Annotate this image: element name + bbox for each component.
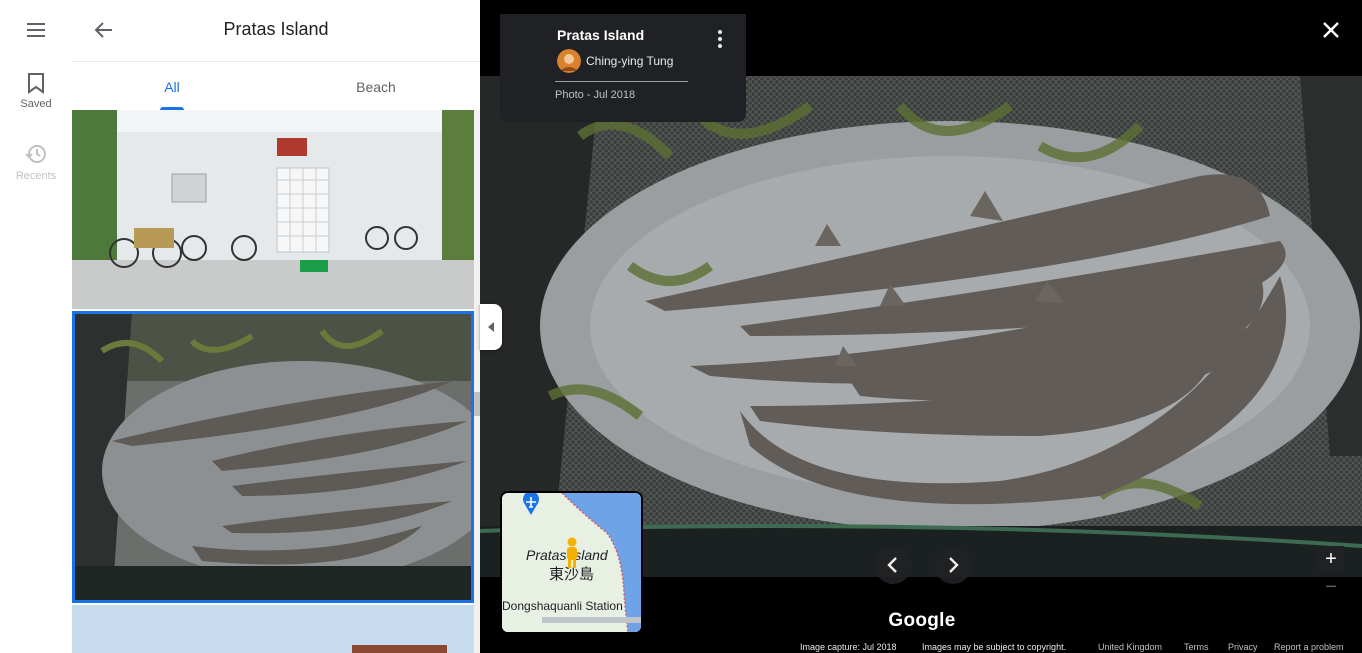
tab-all[interactable]: All — [72, 62, 272, 110]
copyright-notice: Images may be subject to copyright. — [922, 642, 1067, 652]
next-photo-button[interactable] — [934, 546, 972, 584]
recents-label: Recents — [15, 170, 57, 182]
place-title[interactable]: Pratas Island — [557, 27, 644, 43]
zoom-in-button[interactable]: + — [1318, 546, 1344, 572]
sky-photo — [72, 605, 474, 653]
collapse-panel-button[interactable] — [480, 304, 502, 350]
photo-thumbnail-sky[interactable] — [72, 605, 474, 653]
avatar-image — [557, 49, 581, 73]
photo-panel: Pratas Island All Beach — [72, 0, 480, 653]
info-divider — [555, 81, 688, 82]
previous-photo-button[interactable] — [874, 546, 912, 584]
google-logo: Google — [888, 610, 956, 631]
photo-date: Photo - Jul 2018 — [555, 89, 636, 101]
image-capture-date: Image capture: Jul 2018 — [800, 642, 897, 652]
pegman-icon — [567, 537, 577, 568]
privacy-link[interactable]: Privacy — [1228, 642, 1258, 652]
author-name[interactable]: Ching-ying Tung — [586, 54, 673, 68]
minimap[interactable]: Pratas Island 東沙島 Dongshaquanli Station — [500, 491, 643, 634]
author-avatar[interactable] — [557, 49, 581, 73]
bookmark-icon — [28, 73, 44, 94]
building-photo — [72, 110, 474, 309]
more-options-icon[interactable] — [710, 26, 730, 52]
panel-header: Pratas Island — [72, 0, 480, 62]
airport-icon — [523, 493, 539, 515]
minimap-station-label: Dongshaquanli Station — [502, 599, 623, 613]
sharks-photo — [72, 311, 474, 603]
panel-title: Pratas Island — [223, 19, 329, 39]
photo-thumbnail-building[interactable] — [72, 110, 474, 309]
report-problem-link[interactable]: Report a problem — [1274, 642, 1344, 652]
photo-tabs: All Beach — [72, 62, 480, 110]
terms-link[interactable]: Terms — [1184, 642, 1209, 652]
region-link[interactable]: United Kingdom — [1098, 642, 1162, 652]
photo-thumbnail-sharks[interactable] — [72, 311, 474, 603]
saved-button[interactable]: Saved — [0, 72, 72, 110]
history-icon — [25, 145, 46, 163]
saved-label: Saved — [20, 98, 52, 110]
menu-icon[interactable] — [24, 18, 48, 42]
left-rail: Saved Recents — [0, 0, 73, 653]
recents-button[interactable]: Recents — [0, 142, 72, 182]
back-arrow-icon[interactable] — [92, 18, 116, 42]
caret-left-icon — [488, 322, 494, 332]
tab-beach[interactable]: Beach — [276, 62, 476, 110]
zoom-out-button[interactable]: − — [1318, 574, 1344, 600]
close-icon[interactable] — [1318, 17, 1344, 43]
chevron-right-icon — [949, 557, 959, 573]
chevron-left-icon — [887, 557, 897, 573]
